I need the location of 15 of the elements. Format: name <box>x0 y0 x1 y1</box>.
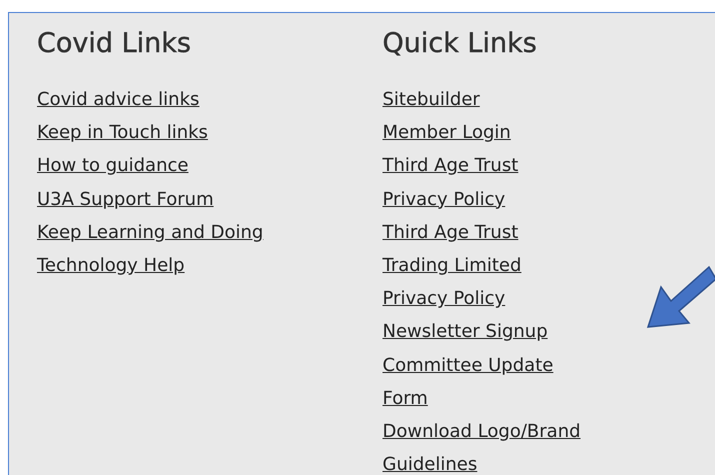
link[interactable]: Third Age Trust Trading Limited Privacy Policy <box>382 216 522 316</box>
link[interactable]: U3A Support Forum <box>37 182 214 216</box>
section-heading: Covid Links <box>37 27 191 61</box>
section-heading: Quick Links <box>382 27 537 61</box>
link[interactable]: Committee Update Form <box>382 348 554 416</box>
link[interactable]: Third Age Trust Privacy Policy <box>382 149 518 216</box>
link[interactable]: How to guidance <box>37 149 188 183</box>
link[interactable]: Covid advice links <box>37 83 200 116</box>
link[interactable]: Member Login <box>382 116 511 150</box>
link[interactable]: Keep Learning and Doing <box>37 216 264 250</box>
link[interactable]: Sitebuilder <box>382 83 480 116</box>
link[interactable]: Download Logo/Brand Guidelines <box>382 415 581 475</box>
link[interactable]: Keep in Touch links <box>37 116 208 150</box>
link[interactable]: Technology Help <box>37 249 185 282</box>
link[interactable]: Newsletter Signup <box>382 315 548 349</box>
